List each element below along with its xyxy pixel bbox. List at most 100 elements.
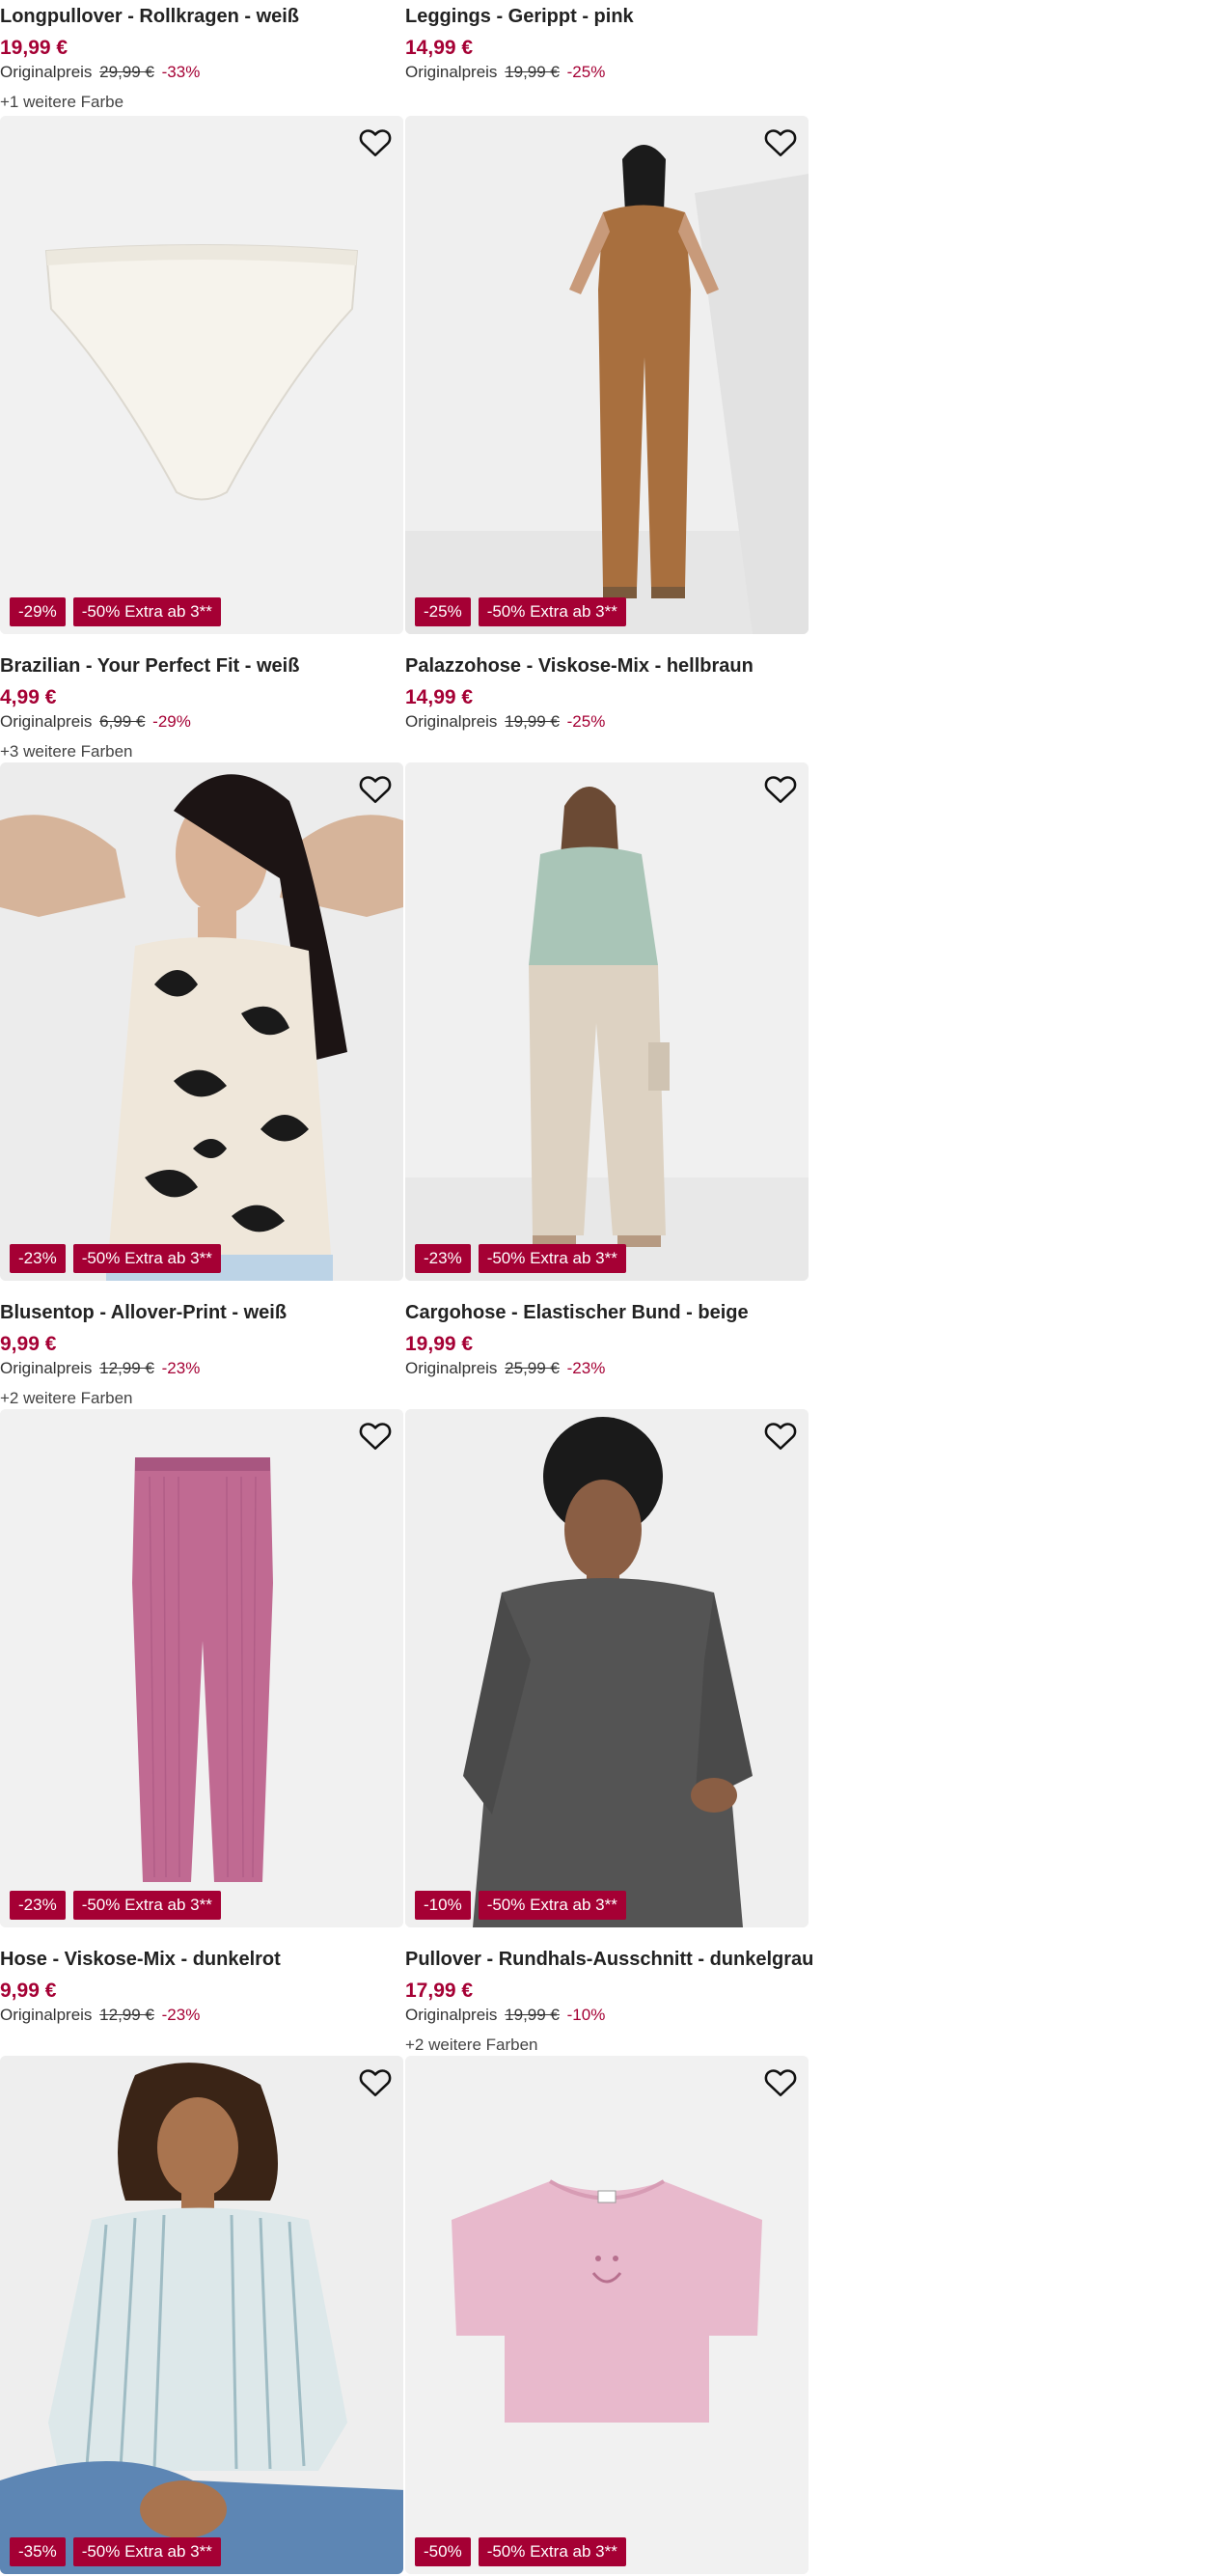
original-price: 19,99 € <box>505 712 560 731</box>
discount-badge: -25% <box>415 597 471 626</box>
badge-row: -29% -50% Extra ab 3** <box>10 597 221 626</box>
original-price-line: Originalpreis 12,99 € -23% <box>0 1358 403 1379</box>
product-title[interactable]: Hose - Viskose-Mix - dunkelrot <box>0 1947 403 1972</box>
product-title[interactable]: Longpullover - Rollkragen - weiß <box>0 4 403 29</box>
original-price-line: Originalpreis 19,99 € -25% <box>405 62 809 83</box>
product-image[interactable]: -23% -50% Extra ab 3** <box>0 762 403 1281</box>
product-title[interactable]: Pullover - Rundhals-Ausschnitt - dunkelg… <box>405 1947 813 1972</box>
product-price: 9,99 € <box>0 1980 57 2002</box>
badge-row: -23% -50% Extra ab 3** <box>415 1244 626 1273</box>
original-price-label: Originalpreis <box>405 1359 498 1377</box>
product-image[interactable]: -10% -50% Extra ab 3** <box>405 1409 809 1927</box>
product-card[interactable]: -10% -50% Extra ab 3** Pullover - Rundha… <box>405 1409 813 2056</box>
product-image[interactable]: -29% -50% Extra ab 3** <box>0 116 403 634</box>
product-info: Hose - Viskose-Mix - dunkelrot 9,99 € Or… <box>0 1927 403 2056</box>
badge-row: -35% -50% Extra ab 3** <box>10 2537 221 2566</box>
model-floral-top-image <box>0 762 403 1281</box>
original-price-line: Originalpreis 19,99 € -10% <box>405 2005 809 2026</box>
discount-percent: -33% <box>161 63 201 81</box>
discount-badge: -23% <box>415 1244 471 1273</box>
product-card[interactable]: Leggings - Gerippt - pink 14,99 € Origin… <box>405 0 809 116</box>
discount-badge: -35% <box>10 2537 66 2566</box>
more-colors-link[interactable]: +1 weitere Farbe <box>0 92 403 113</box>
product-info: Blusentop - Allover-Print - weiß 9,99 € … <box>0 1281 403 1409</box>
product-image[interactable]: -25% -50% Extra ab 3** <box>405 116 809 634</box>
product-price: 9,99 € <box>0 1333 57 1355</box>
wishlist-heart-icon[interactable] <box>359 774 392 805</box>
product-card[interactable]: -25% -50% Extra ab 3** Palazzohose - Vis… <box>405 116 809 762</box>
product-grid: Longpullover - Rollkragen - weiß 19,99 €… <box>0 0 813 2574</box>
discount-percent: -23% <box>566 1359 606 1377</box>
original-price: 25,99 € <box>505 1359 560 1377</box>
more-colors-link[interactable]: +3 weitere Farben <box>0 741 403 762</box>
product-card[interactable]: -23% -50% Extra ab 3** Hose - Viskose-Mi… <box>0 1409 403 2056</box>
product-image[interactable]: -23% -50% Extra ab 3** <box>0 1409 403 1927</box>
model-beige-cargo-image <box>405 762 809 1281</box>
wishlist-heart-icon[interactable] <box>359 1421 392 1452</box>
badge-row: -10% -50% Extra ab 3** <box>415 1891 626 1920</box>
original-price: 12,99 € <box>99 2006 154 2024</box>
more-colors-link[interactable]: +2 weitere Farben <box>0 1388 403 1409</box>
promo-badge: -50% Extra ab 3** <box>478 597 626 626</box>
product-image[interactable]: -50% -50% Extra ab 3** <box>405 2056 809 2574</box>
product-info: Leggings - Gerippt - pink 14,99 € Origin… <box>405 0 809 116</box>
promo-badge: -50% Extra ab 3** <box>72 2537 221 2566</box>
promo-badge: -50% Extra ab 3** <box>72 597 221 626</box>
wishlist-heart-icon[interactable] <box>359 2067 392 2098</box>
promo-badge: -50% Extra ab 3** <box>72 1244 221 1273</box>
product-price: 14,99 € <box>405 686 474 708</box>
product-card[interactable]: -29% -50% Extra ab 3** Brazilian - Your … <box>0 116 403 762</box>
product-title[interactable]: Cargohose - Elastischer Bund - beige <box>405 1300 809 1325</box>
product-info: Longpullover - Rollkragen - weiß 19,99 €… <box>0 0 403 116</box>
discount-percent: -23% <box>161 2006 201 2024</box>
product-price: 19,99 € <box>0 37 69 59</box>
promo-badge: -50% Extra ab 3** <box>478 1244 626 1273</box>
product-title[interactable]: Blusentop - Allover-Print - weiß <box>0 1300 403 1325</box>
original-price: 19,99 € <box>505 63 560 81</box>
pink-tshirt-image <box>405 2056 809 2574</box>
product-title[interactable]: Brazilian - Your Perfect Fit - weiß <box>0 653 403 679</box>
wishlist-heart-icon[interactable] <box>359 127 392 158</box>
original-price-label: Originalpreis <box>0 1359 93 1377</box>
discount-badge: -23% <box>10 1891 66 1920</box>
badge-row: -23% -50% Extra ab 3** <box>10 1891 221 1920</box>
product-card[interactable]: -35% -50% Extra ab 3** <box>0 2056 403 2574</box>
wishlist-heart-icon[interactable] <box>764 1421 797 1452</box>
product-card[interactable]: Longpullover - Rollkragen - weiß 19,99 €… <box>0 0 403 116</box>
white-brief-image <box>0 116 403 634</box>
promo-badge: -50% Extra ab 3** <box>478 1891 626 1920</box>
model-grey-sweater-image <box>405 1409 809 1927</box>
wishlist-heart-icon[interactable] <box>764 774 797 805</box>
product-card[interactable]: -50% -50% Extra ab 3** <box>405 2056 809 2574</box>
original-price: 19,99 € <box>505 2006 560 2024</box>
product-info: Pullover - Rundhals-Ausschnitt - dunkelg… <box>405 1927 813 2056</box>
product-image[interactable]: -35% -50% Extra ab 3** <box>0 2056 403 2574</box>
original-price-line: Originalpreis 6,99 € -29% <box>0 711 403 733</box>
discount-percent: -23% <box>161 1359 201 1377</box>
product-image[interactable]: -23% -50% Extra ab 3** <box>405 762 809 1281</box>
product-title[interactable]: Leggings - Gerippt - pink <box>405 4 809 29</box>
original-price-line: Originalpreis 25,99 € -23% <box>405 1358 809 1379</box>
more-colors-link[interactable]: +2 weitere Farben <box>405 2035 809 2056</box>
original-price: 29,99 € <box>99 63 154 81</box>
product-price: 19,99 € <box>405 1333 474 1355</box>
product-title[interactable]: Palazzohose - Viskose-Mix - hellbraun <box>405 653 809 679</box>
product-card[interactable]: -23% -50% Extra ab 3** Cargohose - Elast… <box>405 762 809 1409</box>
discount-badge: -23% <box>10 1244 66 1273</box>
product-info: Palazzohose - Viskose-Mix - hellbraun 14… <box>405 634 809 762</box>
discount-percent: -25% <box>566 63 606 81</box>
original-price-line: Originalpreis 19,99 € -25% <box>405 711 809 733</box>
original-price-line: Originalpreis 12,99 € -23% <box>0 2005 403 2026</box>
wishlist-heart-icon[interactable] <box>764 127 797 158</box>
product-info: Brazilian - Your Perfect Fit - weiß 4,99… <box>0 634 403 762</box>
original-price-label: Originalpreis <box>405 712 498 731</box>
badge-row: -23% -50% Extra ab 3** <box>10 1244 221 1273</box>
original-price-label: Originalpreis <box>405 2006 498 2024</box>
original-price-label: Originalpreis <box>0 2006 93 2024</box>
wishlist-heart-icon[interactable] <box>764 2067 797 2098</box>
badge-row: -25% -50% Extra ab 3** <box>415 597 626 626</box>
product-card[interactable]: -23% -50% Extra ab 3** Blusentop - Allov… <box>0 762 403 1409</box>
discount-percent: -10% <box>566 2006 606 2024</box>
discount-badge: -29% <box>10 597 66 626</box>
promo-badge: -50% Extra ab 3** <box>72 1891 221 1920</box>
